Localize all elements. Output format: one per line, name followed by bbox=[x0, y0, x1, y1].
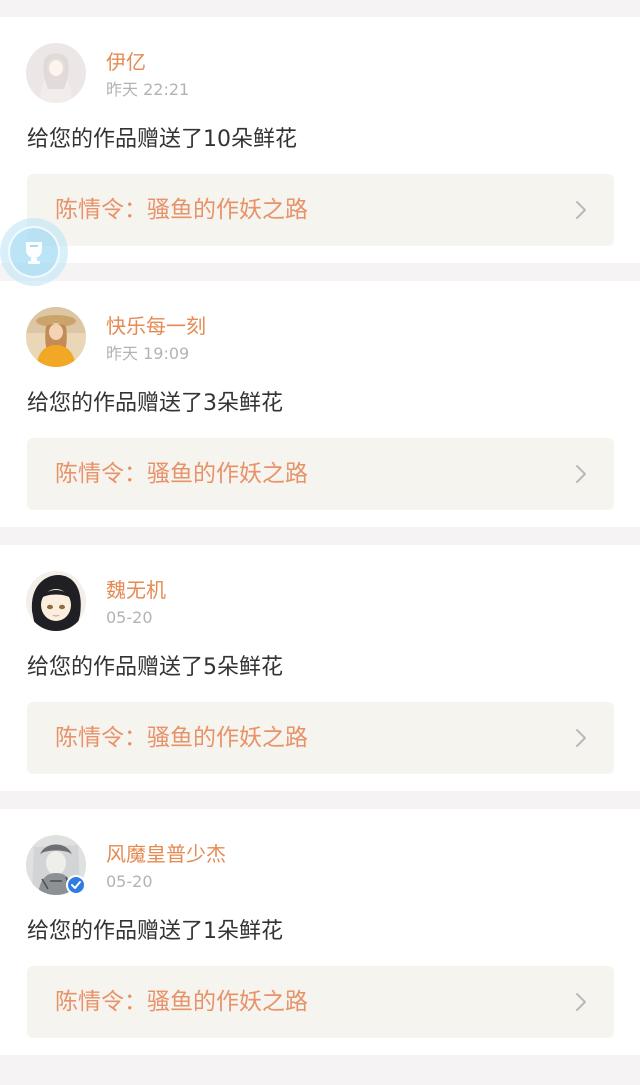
username[interactable]: 风魔皇普少杰 bbox=[106, 842, 226, 866]
username[interactable]: 快乐每一刻 bbox=[106, 314, 206, 338]
timestamp: 昨天 19:09 bbox=[106, 344, 190, 363]
work-link[interactable]: 陈情令：骚鱼的作妖之路 bbox=[27, 174, 614, 246]
gift-message: 给您的作品赠送了10朵鲜花 bbox=[27, 127, 297, 152]
timestamp: 05-20 bbox=[106, 872, 153, 891]
timestamp: 昨天 22:21 bbox=[106, 80, 190, 99]
username[interactable]: 伊亿 bbox=[106, 50, 146, 74]
gift-message: 给您的作品赠送了5朵鲜花 bbox=[27, 655, 283, 680]
chevron-right-icon bbox=[576, 729, 586, 747]
timestamp: 05-20 bbox=[106, 608, 153, 627]
chevron-right-icon bbox=[576, 465, 586, 483]
notification-feed: 伊亿 昨天 22:21 给您的作品赠送了10朵鲜花 陈情令：骚鱼的作妖之路 快乐… bbox=[0, 0, 640, 1085]
work-title: 陈情令：骚鱼的作妖之路 bbox=[55, 989, 308, 1015]
chevron-right-icon bbox=[576, 993, 586, 1011]
work-link[interactable]: 陈情令：骚鱼的作妖之路 bbox=[27, 702, 614, 774]
user-avatar[interactable] bbox=[26, 571, 86, 631]
user-avatar[interactable] bbox=[26, 43, 86, 103]
checkmark-icon bbox=[71, 881, 81, 889]
work-link[interactable]: 陈情令：骚鱼的作妖之路 bbox=[27, 966, 614, 1038]
avatar-anime-dark-hair-icon bbox=[26, 571, 86, 631]
gift-message: 给您的作品赠送了3朵鲜花 bbox=[27, 391, 283, 416]
username[interactable]: 魏无机 bbox=[106, 578, 166, 602]
avatar-white-robed-figure-icon bbox=[26, 43, 86, 103]
floating-trophy-button[interactable] bbox=[0, 218, 68, 286]
work-link[interactable]: 陈情令：骚鱼的作妖之路 bbox=[27, 438, 614, 510]
avatar-girl-in-yellow-icon bbox=[26, 307, 86, 367]
notification-card: 魏无机 05-20 给您的作品赠送了5朵鲜花 陈情令：骚鱼的作妖之路 bbox=[0, 545, 640, 791]
notification-card: 伊亿 昨天 22:21 给您的作品赠送了10朵鲜花 陈情令：骚鱼的作妖之路 bbox=[0, 17, 640, 263]
notification-card: 快乐每一刻 昨天 19:09 给您的作品赠送了3朵鲜花 陈情令：骚鱼的作妖之路 bbox=[0, 281, 640, 527]
chevron-right-icon bbox=[576, 201, 586, 219]
work-title: 陈情令：骚鱼的作妖之路 bbox=[55, 197, 308, 223]
user-avatar[interactable] bbox=[26, 307, 86, 367]
trophy-cup-icon bbox=[26, 242, 42, 264]
verified-badge bbox=[66, 875, 86, 895]
work-title: 陈情令：骚鱼的作妖之路 bbox=[55, 725, 308, 751]
work-title: 陈情令：骚鱼的作妖之路 bbox=[55, 461, 308, 487]
notification-card: 风魔皇普少杰 05-20 给您的作品赠送了1朵鲜花 陈情令：骚鱼的作妖之路 bbox=[0, 809, 640, 1055]
gift-message: 给您的作品赠送了1朵鲜花 bbox=[27, 919, 283, 944]
